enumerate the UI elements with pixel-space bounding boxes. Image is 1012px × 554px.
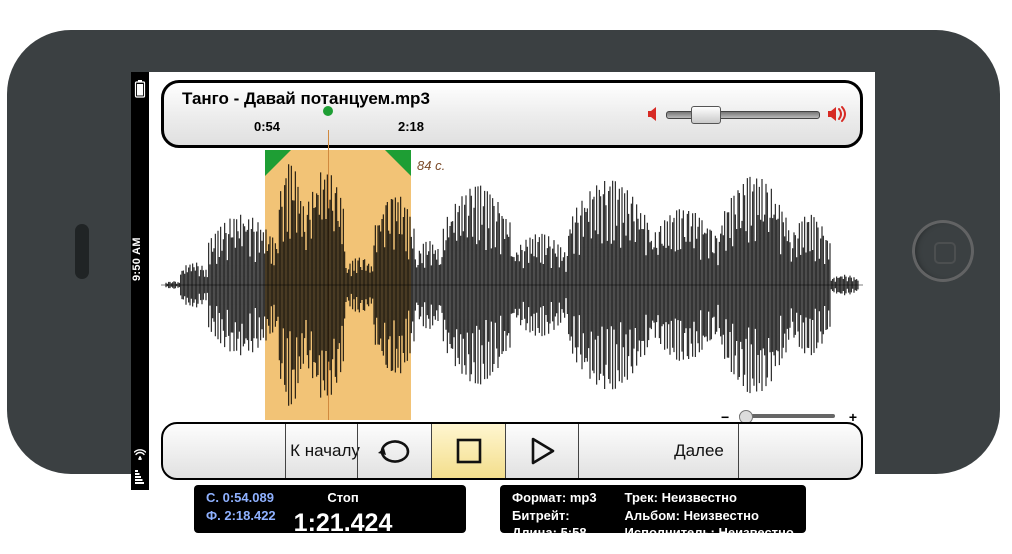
control-bar: К началу Далее [161,422,863,480]
status-clock: 9:50 AM [131,263,149,281]
finish-prefix: Ф. [206,508,221,523]
selection-finish-value: 2:18.422 [224,508,275,523]
artist-value: Неизвестно [719,525,794,540]
zoom-slider[interactable]: − + [729,414,849,418]
album-key: Альбом: [625,508,680,523]
signal-icon [134,468,146,486]
track-key: Трек: [625,490,658,505]
volume-slider[interactable] [666,111,820,119]
bitrate-key: Битрейт: [512,508,570,523]
length-value: 5:58 [561,525,587,540]
wifi-icon [134,448,146,460]
time-readout-panel: С. 0:54.089 Ф. 2:18.422 Стоп 1:21.424 [194,485,466,533]
volume-high-icon[interactable] [826,105,848,123]
next-label: Далее [674,441,724,461]
battery-icon [134,80,146,98]
volume-knob[interactable] [691,106,721,124]
to-start-label: К началу [290,441,360,461]
length-key: Длина: [512,525,557,540]
to-start-button[interactable]: К началу [285,424,364,478]
track-value: Неизвестно [662,490,737,505]
album-value: Неизвестно [684,508,759,523]
zoom-track[interactable] [739,414,835,418]
artist-key: Исполнитель: [625,525,715,540]
screen: 9:50 AM Танго - Давай потанцуем.mp3 0:54… [149,72,875,490]
home-button-icon [934,242,956,264]
elapsed-time: 1:21.424 [294,507,393,541]
stop-icon [455,437,483,465]
next-button[interactable]: Далее [660,424,739,478]
loop-button[interactable] [357,424,431,478]
play-icon [527,436,557,466]
file-header: Танго - Давай потанцуем.mp3 0:54 2:18 [161,80,863,148]
waveform-area[interactable]: 84 с. − + [161,150,863,420]
playhead-handle-icon[interactable] [323,106,333,116]
phone-frame: 9:50 AM Танго - Давай потанцуем.mp3 0:54… [7,30,1000,474]
loop-icon [374,436,416,466]
volume-low-icon[interactable] [646,105,662,123]
phone-speaker [75,224,89,279]
home-button[interactable] [912,220,974,282]
selection-start-time: 0:54 [254,119,280,134]
play-button[interactable] [505,424,579,478]
filename-label: Танго - Давай потанцуем.mp3 [182,89,430,109]
selection-start-value: 0:54.089 [223,490,274,505]
stop-button[interactable] [431,424,505,478]
metadata-panel: Формат: mp3 Битрейт: Длина: 5:58 Трек: Н… [500,485,806,533]
selection-end-time: 2:18 [398,119,424,134]
format-value: mp3 [570,490,597,505]
format-key: Формат: [512,490,566,505]
playback-status: Стоп [327,490,358,505]
waveform [161,150,863,420]
status-bar: 9:50 AM [131,72,149,490]
start-prefix: С. [206,490,219,505]
